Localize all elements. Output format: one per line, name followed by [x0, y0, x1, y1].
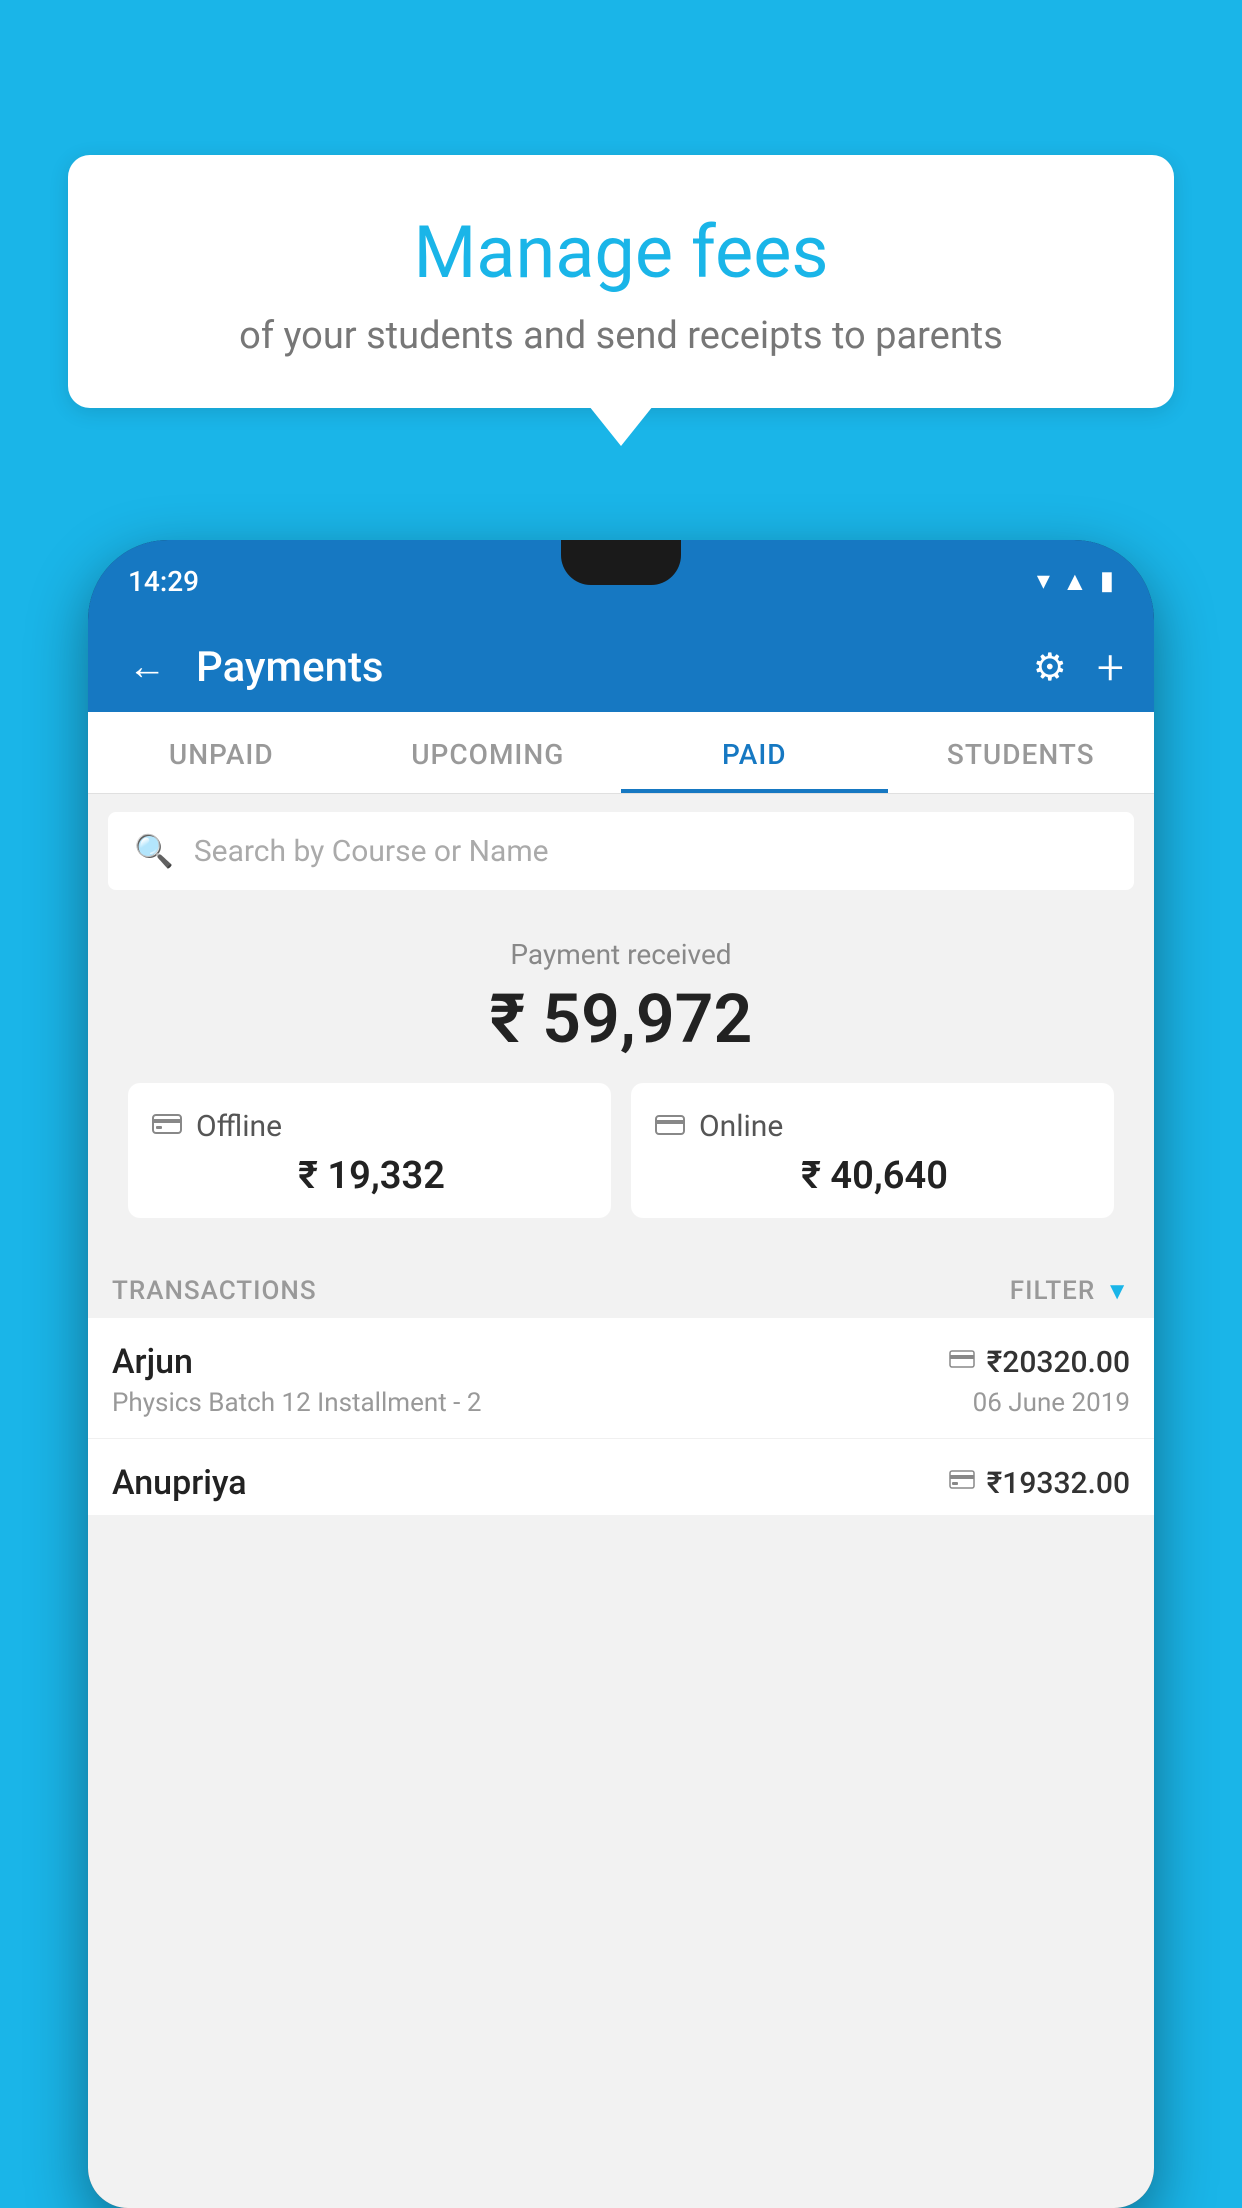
- search-input[interactable]: Search by Course or Name: [194, 834, 549, 869]
- transaction-amount-wrap-2: ₹19332.00: [949, 1466, 1130, 1501]
- offline-payment-icon-2: [949, 1468, 975, 1498]
- tooltip-card: Manage fees of your students and send re…: [68, 155, 1174, 408]
- table-row[interactable]: Arjun ₹20320.00 Physics Batch 12 Install…: [88, 1318, 1154, 1439]
- transaction-amount-wrap-1: ₹20320.00: [949, 1345, 1130, 1380]
- payment-amount: ₹ 59,972: [108, 979, 1134, 1059]
- transaction-name-1: Arjun: [112, 1342, 193, 1382]
- offline-card-header: Offline: [152, 1109, 587, 1144]
- battery-icon: ▮: [1100, 566, 1114, 596]
- transaction-bottom-1: Physics Batch 12 Installment - 2 06 June…: [112, 1388, 1130, 1418]
- app-header: ← Payments ⚙ +: [88, 622, 1154, 712]
- status-time: 14:29: [128, 565, 199, 598]
- phone-mockup: 14:29 ▾ ▲ ▮ ← Payments ⚙ + UNPAID UPCOMI…: [88, 540, 1154, 2208]
- filter-label: FILTER: [1010, 1276, 1095, 1306]
- tooltip-title: Manage fees: [128, 210, 1114, 296]
- tab-paid[interactable]: PAID: [621, 712, 888, 793]
- transaction-amount-1: ₹20320.00: [987, 1345, 1130, 1380]
- status-icons: ▾ ▲ ▮: [1037, 566, 1114, 597]
- page-title: Payments: [196, 643, 1013, 692]
- tooltip-subtitle: of your students and send receipts to pa…: [128, 314, 1114, 358]
- online-label: Online: [699, 1109, 783, 1144]
- add-icon[interactable]: +: [1097, 639, 1124, 696]
- wifi-icon: ▾: [1037, 566, 1050, 596]
- offline-label: Offline: [196, 1109, 282, 1144]
- payment-cards: Offline ₹ 19,332 Online ₹ 4: [108, 1083, 1134, 1238]
- transaction-amount-2: ₹19332.00: [987, 1466, 1130, 1501]
- transaction-list: Arjun ₹20320.00 Physics Batch 12 Install…: [88, 1318, 1154, 1515]
- status-bar: 14:29 ▾ ▲ ▮: [88, 540, 1154, 622]
- transactions-label: TRANSACTIONS: [112, 1276, 317, 1306]
- transaction-top-2: Anupriya ₹19332.00: [112, 1463, 1130, 1503]
- tab-students[interactable]: STUDENTS: [888, 712, 1155, 793]
- online-card-header: Online: [655, 1109, 1090, 1144]
- signal-icon: ▲: [1062, 566, 1088, 597]
- offline-icon: [152, 1109, 182, 1144]
- online-amount: ₹ 40,640: [655, 1154, 1090, 1198]
- transaction-top-1: Arjun ₹20320.00: [112, 1342, 1130, 1382]
- payment-summary: Payment received ₹ 59,972 Offline: [88, 908, 1154, 1258]
- tab-upcoming[interactable]: UPCOMING: [355, 712, 622, 793]
- online-payment-icon-1: [949, 1347, 975, 1377]
- offline-card: Offline ₹ 19,332: [128, 1083, 611, 1218]
- tab-unpaid[interactable]: UNPAID: [88, 712, 355, 793]
- app-content: 🔍 Search by Course or Name Payment recei…: [88, 794, 1154, 2208]
- offline-amount: ₹ 19,332: [152, 1154, 587, 1198]
- table-row[interactable]: Anupriya ₹19332.00: [88, 1439, 1154, 1515]
- phone-notch: [561, 540, 681, 585]
- filter-icon: ▼: [1105, 1277, 1130, 1306]
- tabs-bar: UNPAID UPCOMING PAID STUDENTS: [88, 712, 1154, 794]
- transaction-date-1: 06 June 2019: [973, 1388, 1130, 1418]
- online-card: Online ₹ 40,640: [631, 1083, 1114, 1218]
- search-bar[interactable]: 🔍 Search by Course or Name: [108, 812, 1134, 890]
- settings-icon[interactable]: ⚙: [1033, 645, 1067, 690]
- online-icon: [655, 1109, 685, 1144]
- payment-received-label: Payment received: [108, 938, 1134, 971]
- transactions-header: TRANSACTIONS FILTER ▼: [88, 1258, 1154, 1318]
- search-icon: 🔍: [134, 832, 174, 870]
- transaction-name-2: Anupriya: [112, 1463, 247, 1503]
- filter-button[interactable]: FILTER ▼: [1010, 1276, 1130, 1306]
- header-actions: ⚙ +: [1033, 639, 1124, 696]
- back-button[interactable]: ←: [118, 635, 176, 699]
- transaction-desc-1: Physics Batch 12 Installment - 2: [112, 1388, 481, 1418]
